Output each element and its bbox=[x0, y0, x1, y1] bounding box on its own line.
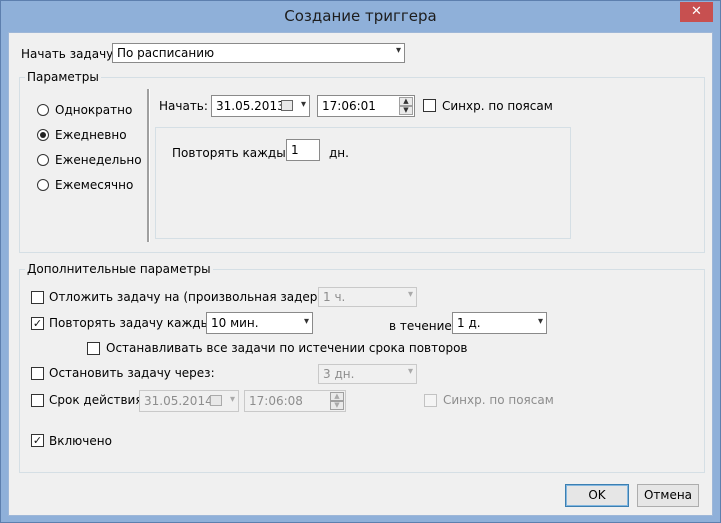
expire-sync-label: Синхр. по поясам bbox=[443, 393, 554, 407]
repeat-label: Повторять задачу каждые: bbox=[49, 316, 222, 330]
start-date-value: 31.05.2013 bbox=[216, 99, 285, 113]
time-up-icon[interactable]: ▲ bbox=[399, 97, 413, 106]
duration-select[interactable]: 1 д. ▾ bbox=[452, 312, 547, 334]
radio-monthly-label: Ежемесячно bbox=[55, 178, 134, 192]
duration-value: 1 д. bbox=[457, 316, 481, 330]
calendar-icon[interactable] bbox=[281, 100, 293, 111]
cancel-button[interactable]: Отмена bbox=[637, 484, 699, 507]
start-label: Начать: bbox=[159, 99, 208, 113]
chevron-down-icon: ▾ bbox=[537, 316, 543, 327]
enabled-checkbox[interactable]: ✓ bbox=[31, 434, 44, 447]
delay-label: Отложить задачу на (произвольная задержк… bbox=[49, 290, 352, 304]
enabled-label: Включено bbox=[49, 434, 112, 448]
time-down-icon[interactable]: ▼ bbox=[330, 401, 344, 410]
chevron-down-icon: ▾ bbox=[407, 366, 413, 377]
time-up-icon[interactable]: ▲ bbox=[330, 392, 344, 401]
calendar-icon[interactable] bbox=[210, 395, 222, 406]
stop-after-select[interactable]: 3 дн. ▾ bbox=[318, 364, 417, 384]
ok-button[interactable]: OK bbox=[565, 484, 629, 507]
stop-after-label: Остановить задачу через: bbox=[49, 366, 215, 380]
start-task-select[interactable]: По расписанию ▾ bbox=[112, 43, 405, 63]
delay-select[interactable]: 1 ч. ▾ bbox=[318, 287, 417, 307]
stop-all-label: Останавливать все задачи по истечении ср… bbox=[106, 341, 468, 355]
start-task-value: По расписанию bbox=[117, 46, 215, 60]
window-title: Создание триггера bbox=[284, 7, 437, 25]
chevron-down-icon: ▾ bbox=[407, 289, 413, 300]
close-icon: ✕ bbox=[691, 4, 702, 19]
params-legend: Параметры bbox=[25, 70, 101, 84]
repeat-checkbox[interactable]: ✓ bbox=[31, 317, 44, 330]
title-bar[interactable]: Создание триггера ✕ bbox=[1, 1, 720, 32]
sync-timezone-checkbox[interactable] bbox=[423, 99, 436, 112]
repeat-interval-value: 10 мин. bbox=[211, 316, 259, 330]
chevron-down-icon: ▾ bbox=[303, 316, 309, 327]
expire-sync-checkbox[interactable] bbox=[424, 394, 437, 407]
expire-date-field[interactable]: 31.05.2014 ▾ bbox=[139, 390, 239, 412]
params-divider bbox=[147, 89, 150, 242]
delay-value: 1 ч. bbox=[323, 290, 346, 304]
expire-time-value: 17:06:08 bbox=[249, 394, 303, 408]
stop-all-checkbox[interactable] bbox=[87, 342, 100, 355]
stop-after-checkbox[interactable] bbox=[31, 367, 44, 380]
recurrence-panel bbox=[155, 127, 571, 239]
expire-time-field[interactable]: 17:06:08 ▲ ▼ bbox=[244, 390, 346, 412]
expire-date-value: 31.05.2014 bbox=[144, 394, 213, 408]
start-date-field[interactable]: 31.05.2013 ▾ bbox=[211, 95, 310, 117]
chevron-down-icon: ▾ bbox=[395, 45, 401, 56]
repeat-every-label: Повторять каждые: bbox=[172, 146, 298, 160]
advanced-legend: Дополнительные параметры bbox=[25, 262, 213, 276]
dialog-body: Начать задачу: По расписанию ▾ Параметры… bbox=[8, 32, 713, 516]
duration-label: в течение: bbox=[389, 319, 456, 333]
radio-weekly[interactable] bbox=[37, 154, 49, 166]
repeat-every-unit: дн. bbox=[329, 146, 349, 160]
radio-weekly-label: Еженедельно bbox=[55, 153, 142, 167]
radio-daily-label: Ежедневно bbox=[55, 128, 127, 142]
check-icon: ✓ bbox=[32, 317, 43, 330]
radio-once-label: Однократно bbox=[55, 103, 133, 117]
radio-monthly[interactable] bbox=[37, 179, 49, 191]
chevron-down-icon[interactable]: ▾ bbox=[301, 99, 306, 110]
radio-daily[interactable] bbox=[37, 129, 49, 141]
stop-after-value: 3 дн. bbox=[323, 367, 355, 381]
chevron-down-icon[interactable]: ▾ bbox=[230, 394, 235, 405]
time-down-icon[interactable]: ▼ bbox=[399, 106, 413, 115]
expire-checkbox[interactable] bbox=[31, 394, 44, 407]
start-time-field[interactable]: 17:06:01 ▲ ▼ bbox=[317, 95, 415, 117]
sync-timezone-label: Синхр. по поясам bbox=[442, 99, 553, 113]
dialog-window: Создание триггера ✕ Начать задачу: По ра… bbox=[0, 0, 721, 523]
check-icon: ✓ bbox=[32, 434, 43, 447]
radio-once[interactable] bbox=[37, 104, 49, 116]
delay-checkbox[interactable] bbox=[31, 291, 44, 304]
expire-label: Срок действия: bbox=[49, 393, 147, 407]
start-task-label: Начать задачу: bbox=[21, 47, 118, 61]
repeat-every-input[interactable]: 1 bbox=[286, 139, 320, 161]
start-time-value: 17:06:01 bbox=[322, 99, 376, 113]
repeat-every-value: 1 bbox=[291, 143, 299, 157]
repeat-interval-select[interactable]: 10 мин. ▾ bbox=[206, 312, 313, 334]
close-button[interactable]: ✕ bbox=[680, 2, 713, 22]
